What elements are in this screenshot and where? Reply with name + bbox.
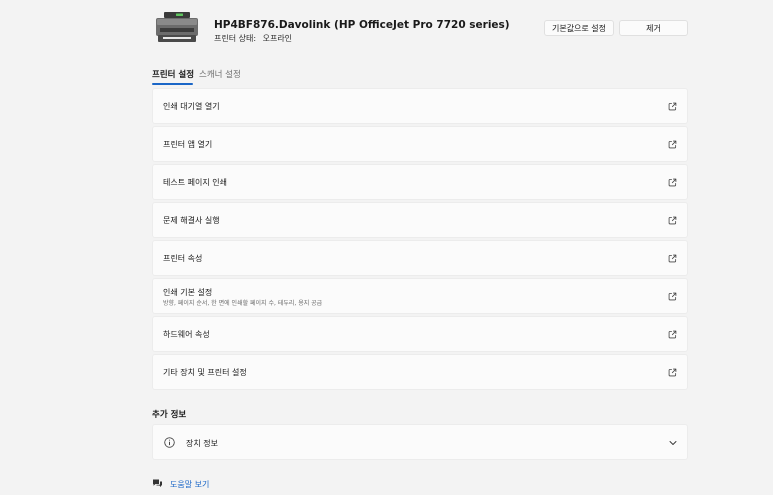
item-label: 프린터 속성 (163, 254, 203, 263)
get-help-label: 도움말 보기 (170, 480, 210, 489)
external-link-icon (668, 330, 677, 339)
active-tab-indicator (152, 83, 193, 85)
external-link-icon (668, 254, 677, 263)
hardware-properties-item[interactable]: 하드웨어 속성 (152, 316, 688, 352)
printer-status-value: 오프라인 (262, 34, 293, 43)
item-label: 하드웨어 속성 (163, 330, 210, 339)
external-link-icon (668, 368, 677, 377)
item-label: 기타 장치 및 프린터 설정 (163, 368, 247, 377)
open-print-queue-item[interactable]: 인쇄 대기열 열기 (152, 88, 688, 124)
help-chat-icon (153, 479, 162, 488)
printer-properties-item[interactable]: 프린터 속성 (152, 240, 688, 276)
external-link-icon (668, 102, 677, 111)
printer-name: HP4BF876.Davolink (HP OfficeJet Pro 7720… (214, 19, 510, 31)
printer-status-label: 프린터 상태: (214, 34, 257, 43)
external-link-icon (668, 292, 677, 301)
device-info-label: 장치 정보 (186, 439, 218, 448)
more-devices-printers-settings-item[interactable]: 기타 장치 및 프린터 설정 (152, 354, 688, 390)
printer-icon (156, 12, 198, 42)
tab-scanner-settings[interactable]: 스캐너 설정 (199, 68, 241, 80)
external-link-icon (668, 178, 677, 187)
device-info-expander[interactable]: 장치 정보 (152, 424, 688, 460)
external-link-icon (668, 140, 677, 149)
info-icon (164, 437, 175, 448)
item-label: 프린터 앱 열기 (163, 140, 213, 149)
item-label: 문제 해결사 실행 (163, 216, 220, 225)
open-printer-app-item[interactable]: 프린터 앱 열기 (152, 126, 688, 162)
set-default-button[interactable]: 기본값으로 설정 (544, 20, 614, 36)
print-test-page-item[interactable]: 테스트 페이지 인쇄 (152, 164, 688, 200)
printer-header: HP4BF876.Davolink (HP OfficeJet Pro 7720… (155, 10, 690, 46)
item-label: 인쇄 대기열 열기 (163, 102, 220, 111)
run-troubleshooter-item[interactable]: 문제 해결사 실행 (152, 202, 688, 238)
tab-printer-settings[interactable]: 프린터 설정 (152, 68, 194, 80)
item-description: 방향, 페이지 순서, 한 면에 인쇄할 페이지 수, 테두리, 용지 공급 (163, 300, 323, 307)
settings-list: 인쇄 대기열 열기 프린터 앱 열기 테스트 페이지 인쇄 문제 해결사 실행 … (152, 88, 688, 392)
chevron-down-icon (669, 441, 677, 445)
item-label: 테스트 페이지 인쇄 (163, 178, 227, 187)
additional-info-heading: 추가 정보 (152, 410, 187, 420)
printer-status: 프린터 상태: 오프라인 (214, 33, 292, 44)
printing-preferences-item[interactable]: 인쇄 기본 설정 방향, 페이지 순서, 한 면에 인쇄할 페이지 수, 테두리… (152, 278, 688, 314)
remove-button[interactable]: 제거 (619, 20, 688, 36)
item-label: 인쇄 기본 설정 (163, 288, 213, 297)
external-link-icon (668, 216, 677, 225)
